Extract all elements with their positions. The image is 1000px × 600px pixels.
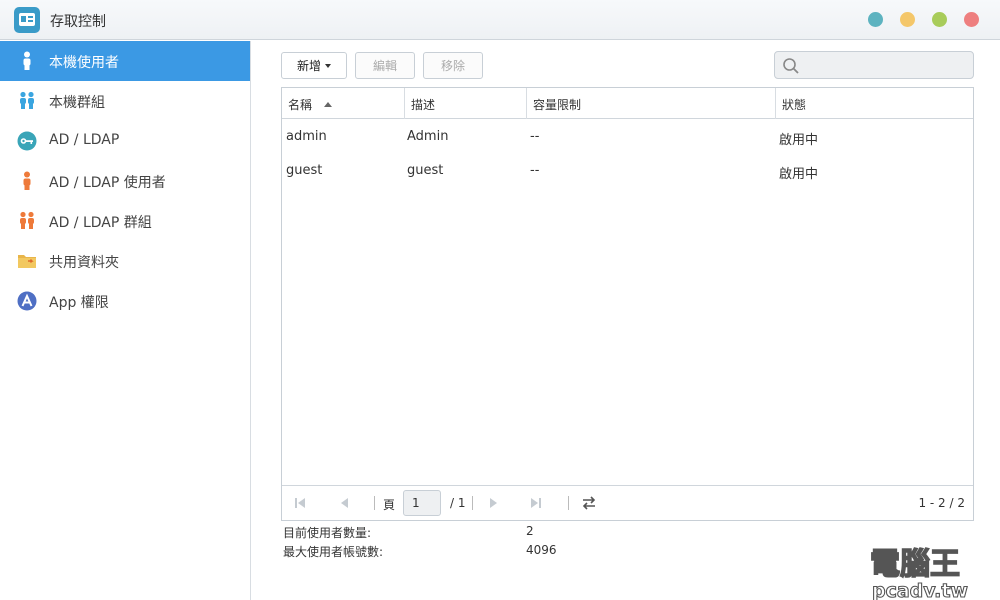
remove-button-label: 移除 — [440, 59, 465, 73]
separator — [374, 496, 375, 510]
sidebar-item-local-groups[interactable]: 本機群組 — [0, 81, 250, 121]
user-icon — [23, 51, 31, 70]
sidebar-item-label: 本機使用者 — [49, 55, 119, 71]
cell-name: guest — [286, 163, 323, 178]
column-header-label: 容量限制 — [533, 98, 582, 112]
next-page-icon[interactable] — [486, 495, 502, 511]
edit-button-label: 編輯 — [372, 59, 397, 73]
sidebar-item-local-users[interactable]: 本機使用者 — [0, 41, 250, 81]
cell-status: 啟用中 — [779, 167, 819, 182]
sidebar-item-ad-ldap[interactable]: AD / LDAP — [0, 121, 250, 161]
cell-description: guest — [407, 163, 444, 178]
page-number-input[interactable] — [403, 490, 441, 516]
group-icon — [20, 91, 34, 109]
refresh-icon[interactable] — [581, 495, 597, 511]
minimize-window-button[interactable] — [900, 12, 915, 27]
title-bar: 存取控制 — [0, 0, 1000, 40]
add-button-label: 新增 — [296, 59, 321, 73]
sidebar-item-label: AD / LDAP 使用者 — [49, 175, 166, 191]
table-header: 名稱 描述 容量限制 狀態 — [282, 88, 973, 119]
sidebar-item-app-permissions[interactable]: App 權限 — [0, 281, 250, 321]
restore-window-button[interactable] — [868, 12, 883, 27]
sidebar-item-label: App 權限 — [49, 295, 109, 311]
sidebar-item-label: AD / LDAP 群組 — [49, 215, 152, 231]
edit-button[interactable]: 編輯 — [355, 52, 415, 79]
search-box — [774, 51, 974, 79]
page-label: 頁 — [383, 498, 396, 512]
record-range: 1 - 2 / 2 — [918, 496, 965, 510]
watermark-line2: pcadv.tw — [872, 580, 968, 600]
users-table: 名稱 描述 容量限制 狀態 admin Admin -- 啟用中 guest g… — [281, 87, 974, 521]
column-header-status[interactable]: 狀態 — [776, 88, 973, 119]
first-page-icon[interactable] — [292, 495, 308, 511]
sidebar-item-ad-ldap-groups[interactable]: AD / LDAP 群組 — [0, 201, 250, 241]
user-icon — [23, 171, 31, 190]
app-icon — [17, 291, 37, 311]
cell-quota: -- — [530, 129, 540, 144]
separator — [472, 496, 473, 510]
total-pages: / 1 — [450, 496, 466, 510]
watermark-line1: 電腦王 — [870, 547, 960, 582]
sort-ascending-icon — [323, 102, 332, 107]
cell-quota: -- — [530, 163, 540, 178]
max-users-label: 最大使用者帳號數: — [283, 545, 384, 559]
folder-icon — [18, 255, 36, 268]
table-row[interactable]: admin Admin -- 啟用中 — [282, 120, 973, 154]
sidebar-item-label: 共用資料夾 — [49, 255, 119, 271]
window-title: 存取控制 — [50, 14, 106, 30]
column-header-label: 名稱 — [288, 98, 313, 112]
access-control-app-icon — [14, 7, 40, 33]
search-icon — [783, 58, 799, 74]
cell-description: Admin — [407, 129, 449, 144]
column-header-label: 描述 — [411, 98, 436, 112]
key-icon — [17, 131, 37, 151]
cell-status: 啟用中 — [779, 133, 819, 148]
remove-button[interactable]: 移除 — [423, 52, 483, 79]
column-header-description[interactable]: 描述 — [405, 88, 527, 119]
maximize-window-button[interactable] — [932, 12, 947, 27]
last-page-icon[interactable] — [528, 495, 544, 511]
sidebar-item-shared-folders[interactable]: 共用資料夾 — [0, 241, 250, 281]
sidebar-item-label: 本機群組 — [49, 95, 105, 111]
max-users-value: 4096 — [526, 543, 557, 557]
table-row[interactable]: guest guest -- 啟用中 — [282, 154, 973, 188]
search-input[interactable] — [805, 55, 965, 75]
column-header-quota[interactable]: 容量限制 — [527, 88, 776, 119]
column-header-label: 狀態 — [782, 98, 807, 112]
sidebar-item-ad-ldap-users[interactable]: AD / LDAP 使用者 — [0, 161, 250, 201]
previous-page-icon[interactable] — [336, 495, 352, 511]
current-users-value: 2 — [526, 524, 534, 538]
current-users-label: 目前使用者數量: — [283, 526, 372, 540]
pagination-bar: 頁 / 1 1 - 2 / 2 — [282, 485, 973, 520]
add-button[interactable]: 新增 — [281, 52, 347, 79]
chevron-down-icon — [325, 63, 331, 68]
column-header-name[interactable]: 名稱 — [282, 88, 405, 119]
pcadv-watermark-logo: 電腦王 pcadv.tw — [869, 546, 968, 600]
group-icon — [20, 211, 34, 229]
sidebar: 本機使用者 本機群組 AD / LDAP AD / LDAP 使用者 AD / … — [0, 41, 251, 600]
separator — [568, 496, 569, 510]
cell-name: admin — [286, 129, 327, 144]
sidebar-item-label: AD / LDAP — [49, 132, 120, 148]
close-window-button[interactable] — [964, 12, 979, 27]
